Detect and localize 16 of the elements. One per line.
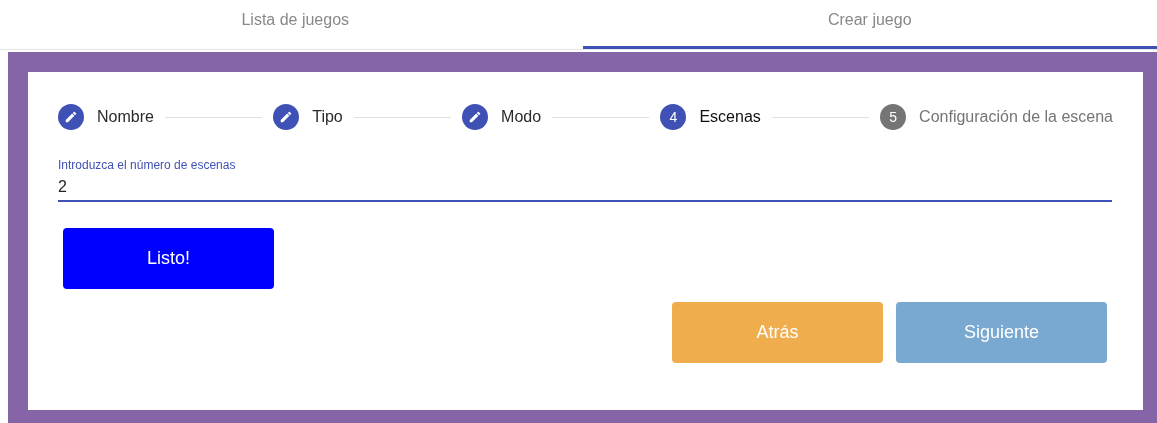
tab[interactable]: Lista de juegos — [8, 0, 583, 49]
pencil-icon — [279, 110, 294, 124]
scene-count-field[interactable]: 2 — [58, 178, 1112, 202]
step-label: Tipo — [312, 108, 343, 126]
pencil-icon — [468, 110, 483, 124]
step-label: Modo — [501, 108, 542, 126]
pencil-icon — [64, 110, 78, 124]
step-number: 4 — [660, 104, 687, 130]
step-label: Nombre — [97, 108, 154, 126]
back-button[interactable]: Atrás — [672, 302, 883, 363]
confirm-button[interactable]: Listo! — [63, 228, 274, 289]
field-label: Introduzca el número de escenas — [58, 158, 236, 172]
step-label: Configuración de la escena — [919, 108, 1113, 126]
step-label: Escenas — [699, 108, 761, 126]
tab[interactable]: Crear juego — [582, 0, 1157, 49]
step-number: 5 — [880, 104, 907, 130]
